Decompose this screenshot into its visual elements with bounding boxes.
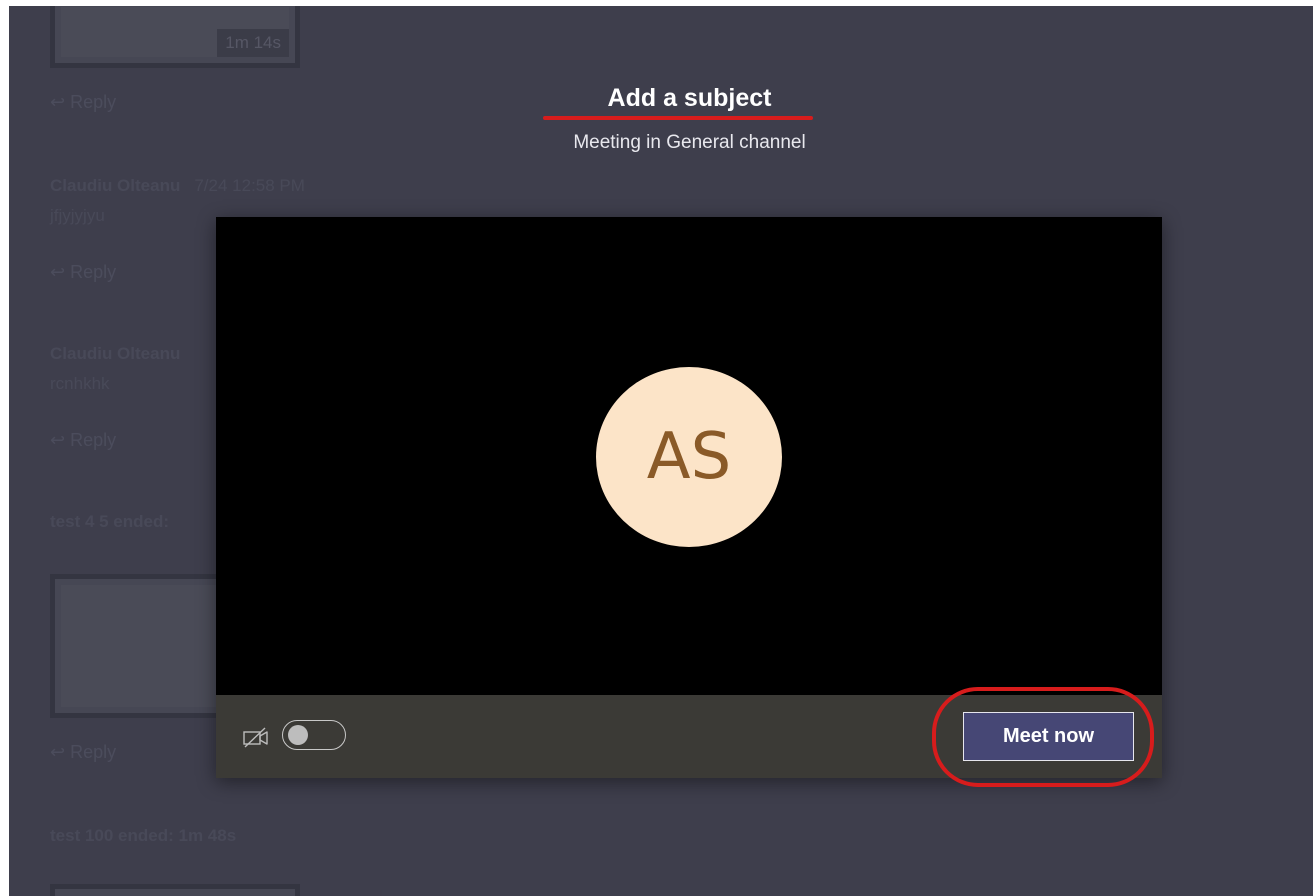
camera-toggle-knob xyxy=(288,725,308,745)
meet-now-button[interactable]: Meet now xyxy=(963,712,1134,761)
avatar: AS xyxy=(596,367,782,547)
meeting-preview-card: AS Meet now xyxy=(216,217,1162,778)
video-preview: AS xyxy=(216,217,1162,695)
camera-off-icon xyxy=(241,725,271,749)
meeting-location-text: Meeting in General channel xyxy=(573,132,806,153)
meeting-subject-input[interactable]: Add a subject xyxy=(0,84,1313,113)
preview-controls-bar: Meet now xyxy=(216,695,1162,778)
camera-toggle[interactable] xyxy=(282,720,346,750)
annotation-underline xyxy=(543,116,813,120)
